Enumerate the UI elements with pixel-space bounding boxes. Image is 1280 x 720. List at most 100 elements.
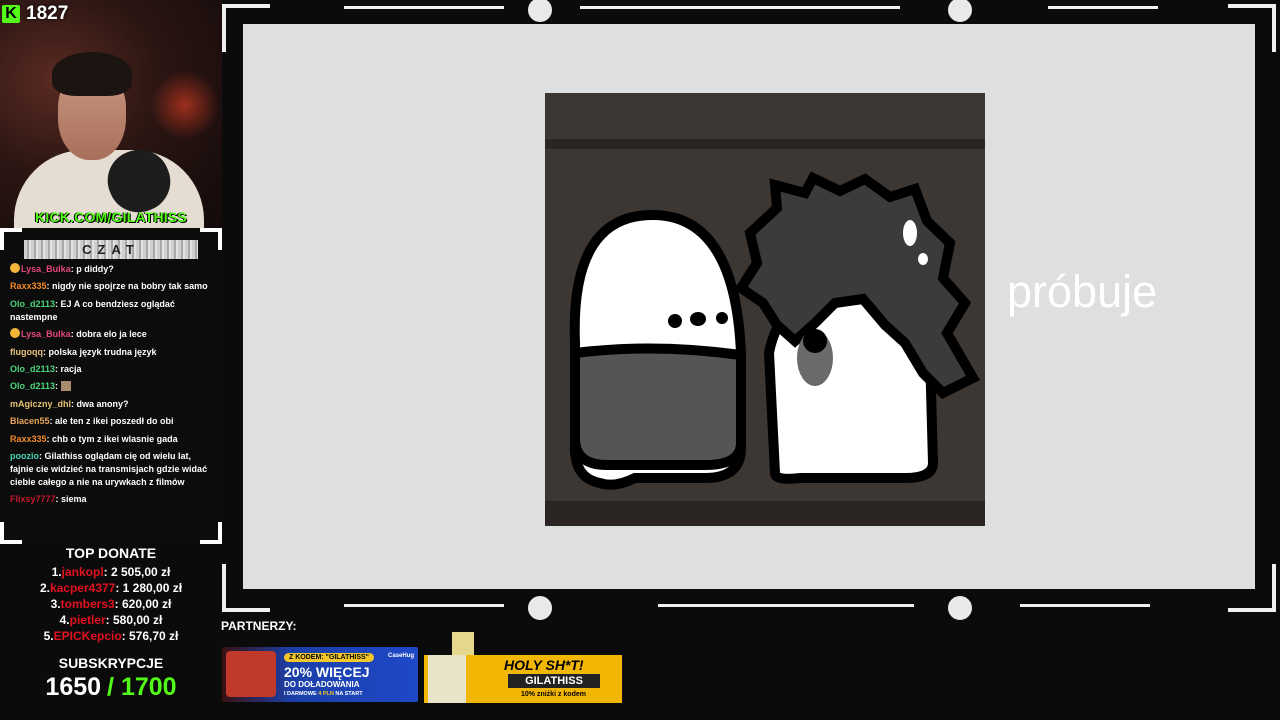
frame-corner [0, 228, 22, 250]
character-left-eye [716, 312, 728, 324]
hair-highlight [918, 253, 928, 265]
viewer-count: 1827 [26, 3, 69, 24]
subs-current: 1650 [45, 673, 102, 701]
character-left-eye [668, 314, 682, 328]
chat-username[interactable]: poozio [10, 451, 39, 461]
chat-text: p diddy? [76, 264, 114, 274]
top-donate-panel: TOP DONATE 1.jankopl: 2 505,00 zł 2.kacpe… [0, 545, 222, 644]
donate-name: EPICKepcio [53, 629, 122, 643]
chat-message: Raxx335: chb o tym z ikei wlasnie gada [10, 433, 178, 444]
frame-bar [1228, 608, 1276, 612]
badge-icon [10, 328, 20, 339]
chat-message: Olo_d2113: [10, 380, 210, 393]
donate-name: jankopl [61, 565, 104, 579]
background-light [150, 70, 220, 140]
frame-bar [1020, 604, 1150, 607]
product-box-icon [452, 632, 474, 656]
chat-message: Raxx335: nigdy nie spojrze na bobry tak … [10, 281, 208, 292]
hair-highlight [903, 220, 917, 246]
frame-ornament-icon [526, 594, 554, 622]
donate-amount: : 1 280,00 zł [115, 581, 183, 595]
frame-bar [344, 6, 504, 9]
donate-rank: 4. [59, 613, 70, 627]
donate-amount: : 620,00 zł [114, 597, 172, 611]
chat-username[interactable]: Olo_d2113 [10, 299, 55, 309]
frame-bar [580, 6, 900, 9]
chat-username[interactable]: Lysa_Bulka [21, 264, 71, 274]
chat-text: dwa anony? [76, 398, 129, 409]
frame-bar [1228, 4, 1276, 8]
chat-username[interactable]: Lysa_Bulka [21, 329, 71, 339]
chat-message: poozio: Gilathiss oglądam cię od wielu l… [10, 450, 208, 487]
frame-ornament-icon [946, 0, 974, 24]
banner1-code: Z KODEM: "GILATHISS" [284, 653, 375, 662]
frame-bar [1272, 564, 1276, 612]
chat-username[interactable]: mAgiczny_dhl [10, 399, 71, 409]
chat-panel: CZAT Lysa_Bulka: p diddy? Raxx335: nigdy … [0, 228, 222, 544]
subs-title: SUBSKRYPCJE [58, 655, 164, 671]
donate-rank: 5. [43, 629, 54, 643]
donate-entry: 2.kacper4377: 1 280,00 zł [0, 580, 222, 596]
chat-message: Blacen55: ale ten z ikei poszedł do obi [10, 416, 174, 427]
chat-message: Olo_d2113: racja [10, 363, 82, 374]
donate-name: kacper4377 [49, 581, 116, 595]
chat-username[interactable]: Blacen55 [10, 416, 50, 426]
frame-bar [222, 564, 226, 612]
frame-bar [658, 604, 914, 607]
chat-message: Lysa_Bulka: p diddy? [10, 263, 210, 276]
kick-logo-icon: K [2, 5, 20, 23]
badge-icon [10, 263, 20, 273]
chat-title: CZAT [24, 240, 198, 259]
donate-entry: 5.EPICKepcio: 576,70 zł [0, 628, 222, 644]
banner1-subline: DO DOŁADOWANIA [284, 680, 360, 689]
frame-ornament-icon [526, 0, 554, 24]
frame-bar [1048, 6, 1158, 9]
chat-username[interactable]: Raxx335 [10, 281, 47, 291]
banner1-headline: 20% WIĘCEJ [284, 664, 370, 680]
chat-text: polska język trudna język [48, 346, 157, 357]
banner1-footnote: I DARMOWE 4 PLN NA START [284, 691, 363, 697]
banner1-brand: CaseHug [388, 653, 415, 659]
partner-banner-casehug[interactable]: Z KODEM: "GILATHISS" CaseHug 20% WIĘCEJ … [222, 647, 418, 702]
partner-banner-holyshit[interactable]: HOLY SH*T! GILATHISS 10% zniżki z kodem [424, 655, 622, 703]
banner2-code: GILATHISS [508, 674, 600, 688]
chat-text: ale ten z ikei poszedł do obi [55, 416, 174, 427]
donate-amount: : 2 505,00 zł [103, 565, 171, 579]
cartoon-characters [569, 171, 980, 490]
frame-bar [222, 4, 270, 8]
streamer-hair [52, 52, 132, 96]
chat-username[interactable]: flugoqq [10, 347, 43, 357]
chat-username[interactable]: Olo_d2113 [10, 364, 55, 374]
donate-entry: 4.pietler: 580,00 zł [0, 612, 222, 628]
banner2-subline: 10% zniżki z kodem [521, 691, 586, 698]
chat-text: dobra elo ja lece [76, 329, 147, 340]
video-caption: próbuje [1007, 266, 1158, 317]
chat-message: Olo_d2113: EJ A co bendziesz oglądać nas… [10, 298, 175, 322]
donate-name: pietler [69, 613, 106, 627]
chat-message: Flixsy7777: siema [10, 494, 87, 505]
chat-text: nigdy nie spojrze na bobry tak samo [52, 281, 208, 292]
chat-username[interactable]: Flixsy7777 [10, 494, 56, 504]
subscription-goal: SUBSKRYPCJE 1650/ 1700 [0, 655, 222, 702]
chat-username[interactable]: Olo_d2113 [10, 381, 55, 391]
treasure-chest-icon [226, 651, 276, 697]
banner2-headline: HOLY SH*T! [504, 657, 584, 673]
donate-rank: 3. [50, 597, 61, 611]
top-donate-title: TOP DONATE [65, 545, 157, 561]
donate-entry: 1.jankopl: 2 505,00 zł [0, 564, 222, 580]
chat-text: chb o tym z ikei wlasnie gada [52, 433, 178, 444]
channel-url: KICK.COM/GILATHISS [35, 209, 187, 225]
character-left-body [570, 343, 746, 470]
donate-entry: 3.tombers3: 620,00 zł [0, 596, 222, 612]
donate-amount: : 580,00 zł [105, 613, 163, 627]
frame-bar [222, 4, 226, 52]
main-stage: próbuje [243, 24, 1255, 589]
donate-list: 1.jankopl: 2 505,00 zł 2.kacper4377: 1 28… [0, 564, 222, 644]
viewer-counter: K 1827 [2, 3, 69, 24]
chat-username[interactable]: Raxx335 [10, 434, 47, 444]
frame-corner [200, 228, 222, 250]
chat-message-list: Lysa_Bulka: p diddy? Raxx335: nigdy nie s… [10, 263, 210, 511]
frame-bar [1272, 4, 1276, 52]
donate-name: tombers3 [60, 597, 115, 611]
frame-bar [222, 608, 270, 612]
